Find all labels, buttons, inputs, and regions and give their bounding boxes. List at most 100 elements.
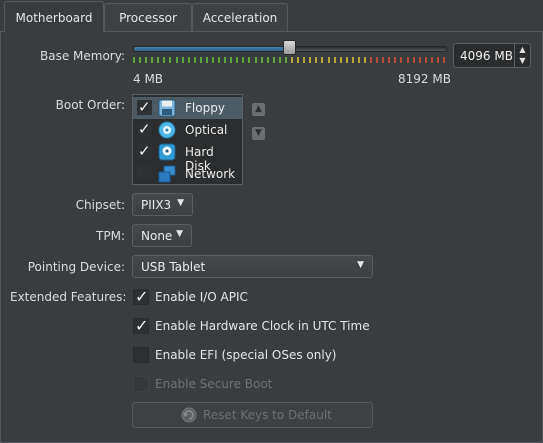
memory-tick: [297, 57, 299, 63]
hard-disk-icon: [158, 143, 176, 161]
chevron-down-icon: ▼: [176, 229, 183, 239]
optical-disc-icon: [158, 121, 176, 139]
pointing-device-label: Pointing Device:: [27, 260, 125, 274]
memory-tick: [206, 57, 208, 63]
utc-clock-label[interactable]: Enable Hardware Clock in UTC Time: [155, 319, 370, 333]
boot-item-floppy-checkbox[interactable]: [137, 98, 152, 116]
memory-tick: [382, 57, 384, 63]
memory-tick: [321, 57, 323, 63]
memory-tick: [370, 57, 372, 63]
boot-item-floppy[interactable]: Floppy: [133, 97, 242, 119]
base-memory-slider-fill: [134, 47, 290, 51]
memory-tick: [358, 57, 360, 63]
memory-tick: [255, 57, 257, 63]
memory-tick: [364, 57, 366, 63]
tab-processor[interactable]: Processor: [104, 3, 192, 31]
memory-tick: [145, 57, 147, 63]
memory-tick: [151, 57, 153, 63]
memory-tick: [248, 57, 250, 63]
memory-tick: [340, 57, 342, 63]
boot-item-optical-checkbox[interactable]: [137, 120, 152, 138]
boot-item-hard-disk-checkbox[interactable]: [137, 142, 152, 160]
memory-tick: [315, 57, 317, 63]
memory-tick: [413, 57, 415, 63]
spin-down-icon[interactable]: ▼: [515, 55, 530, 66]
pointing-device-value: USB Tablet: [141, 260, 206, 274]
memory-tick: [431, 57, 433, 63]
secure-boot-label: Enable Secure Boot: [155, 377, 273, 391]
memory-tick: [236, 57, 238, 63]
utc-clock-checkbox[interactable]: [133, 316, 149, 335]
memory-tick: [376, 57, 378, 63]
memory-tick: [218, 57, 220, 63]
memory-tick: [176, 57, 178, 63]
move-down-icon[interactable]: ▼: [252, 127, 265, 140]
memory-tick: [394, 57, 396, 63]
io-apic-checkbox[interactable]: [133, 287, 149, 306]
memory-tick: [230, 57, 232, 63]
base-memory-spinbox[interactable]: 4096 MB ▲ ▼: [453, 43, 531, 68]
memory-tick: [285, 57, 287, 63]
reset-keys-button: Reset Keys to Default: [132, 402, 373, 428]
tab-motherboard[interactable]: Motherboard: [4, 1, 104, 32]
tpm-value: None: [141, 229, 173, 243]
boot-item-network-checkbox[interactable]: [137, 166, 152, 181]
memory-max-label: 8192 MB: [398, 72, 451, 86]
boot-order-list[interactable]: Floppy Optical Hard Disk Network: [132, 94, 243, 185]
tpm-label: TPM:: [96, 229, 125, 243]
memory-tick: [188, 57, 190, 63]
boot-item-label: Floppy: [185, 101, 225, 115]
secure-boot-checkbox: [133, 376, 149, 392]
efi-label[interactable]: Enable EFI (special OSes only): [155, 348, 336, 362]
tab-acceleration[interactable]: Acceleration: [192, 3, 288, 31]
memory-tick: [273, 57, 275, 63]
floppy-icon: [158, 99, 176, 117]
memory-min-label: 4 MB: [133, 72, 164, 86]
memory-tick: [267, 57, 269, 63]
memory-tick: [182, 57, 184, 63]
reset-keys-label: Reset Keys to Default: [203, 408, 332, 422]
spin-up-icon[interactable]: ▲: [515, 44, 530, 55]
memory-tick: [328, 57, 330, 63]
memory-tick: [388, 57, 390, 63]
network-icon: [158, 165, 176, 183]
boot-item-label: Network: [185, 167, 236, 181]
tpm-select[interactable]: None ▼: [132, 224, 192, 247]
memory-tick: [157, 57, 159, 63]
memory-tick: [194, 57, 196, 63]
extended-features-label: Extended Features:: [10, 290, 127, 304]
memory-tick: [303, 57, 305, 63]
memory-tick: [419, 57, 421, 63]
boot-item-label: Optical: [185, 123, 228, 137]
move-up-icon[interactable]: ▲: [252, 103, 265, 116]
pointing-device-select[interactable]: USB Tablet ▼: [132, 255, 373, 278]
memory-tick: [334, 57, 336, 63]
boot-item-hard-disk[interactable]: Hard Disk: [133, 141, 242, 173]
memory-tick: [291, 57, 293, 63]
base-memory-label: Base Memory:: [39, 49, 125, 63]
io-apic-label[interactable]: Enable I/O APIC: [155, 290, 248, 304]
memory-tick: [200, 57, 202, 63]
chevron-down-icon: ▼: [177, 198, 184, 208]
memory-tick: [163, 57, 165, 63]
memory-tick: [133, 57, 135, 63]
base-memory-value[interactable]: 4096 MB: [460, 49, 513, 63]
boot-order-label: Boot Order:: [55, 98, 125, 112]
memory-tick: [242, 57, 244, 63]
memory-tick: [212, 57, 214, 63]
memory-tick: [139, 57, 141, 63]
efi-checkbox[interactable]: [133, 347, 149, 363]
memory-tick: [352, 57, 354, 63]
chipset-select[interactable]: PIIX3 ▼: [132, 193, 193, 216]
boot-item-optical[interactable]: Optical: [133, 119, 242, 141]
chevron-down-icon: ▼: [357, 260, 364, 270]
memory-tick: [425, 57, 427, 63]
boot-item-network[interactable]: Network: [133, 163, 242, 185]
memory-tick: [400, 57, 402, 63]
memory-tick: [224, 57, 226, 63]
base-memory-slider-handle[interactable]: [283, 40, 296, 55]
memory-tick: [443, 57, 445, 63]
memory-tick: [309, 57, 311, 63]
base-memory-ticks: [133, 57, 445, 63]
memory-tick: [169, 57, 171, 63]
